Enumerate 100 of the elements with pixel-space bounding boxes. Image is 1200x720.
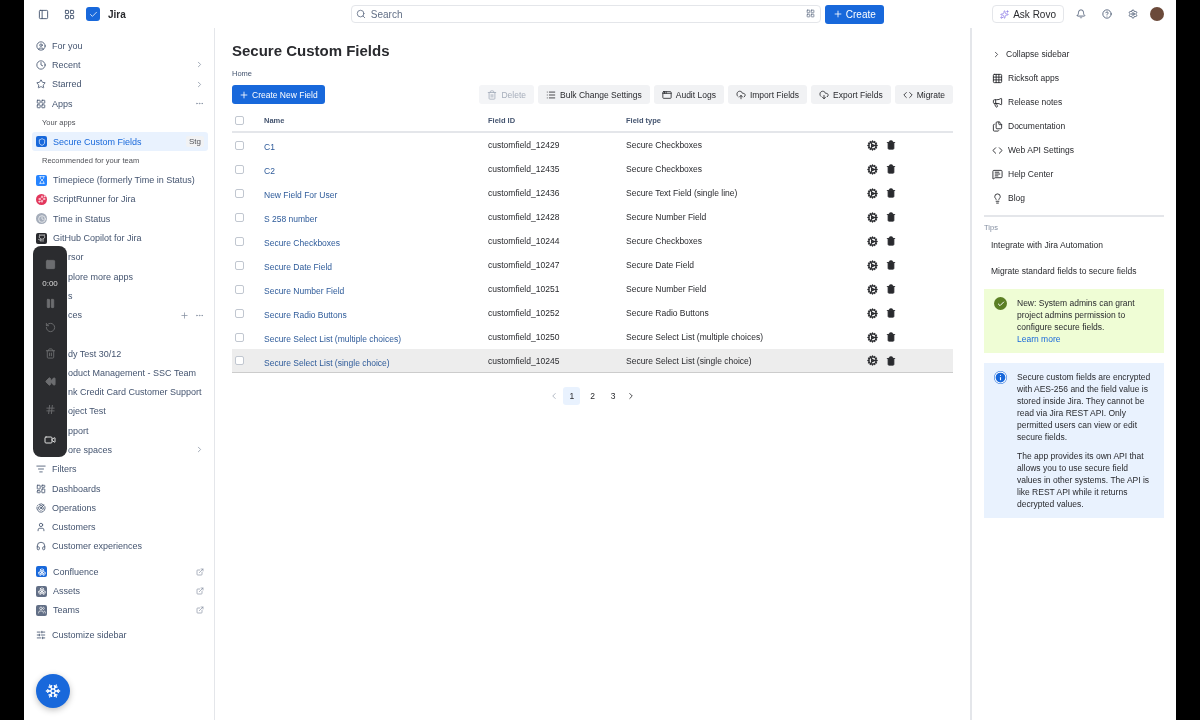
row-checkbox[interactable] bbox=[235, 164, 244, 174]
settings-icon[interactable] bbox=[867, 235, 878, 247]
panel-link[interactable]: Help Center bbox=[984, 162, 1164, 186]
grid-icon[interactable] bbox=[44, 404, 56, 416]
settings-icon[interactable] bbox=[867, 211, 878, 223]
select-all-checkbox[interactable] bbox=[235, 115, 244, 125]
settings-icon[interactable] bbox=[867, 187, 878, 199]
stop-icon[interactable] bbox=[44, 259, 56, 271]
tip-link[interactable]: Migrate standard fields to secure fields bbox=[984, 258, 1164, 284]
row-checkbox[interactable] bbox=[235, 356, 244, 365]
settings-icon[interactable] bbox=[867, 307, 878, 319]
sidebar-item[interactable]: Assets bbox=[32, 581, 208, 601]
table-row[interactable]: Secure Select List (single choice) customfield_10245 Secure Select List (single choice) bbox=[232, 349, 953, 373]
panel-link[interactable]: Blog bbox=[984, 186, 1164, 210]
pause-icon[interactable] bbox=[44, 298, 56, 310]
sidebar-item[interactable]: nk Credit Card Customer Support bbox=[68, 382, 208, 402]
delete-icon[interactable] bbox=[886, 236, 896, 246]
settings-icon[interactable] bbox=[867, 355, 878, 366]
sidebar-item[interactable]: Customers bbox=[32, 517, 208, 537]
sidebar-item[interactable]: Customize sidebar bbox=[32, 625, 208, 645]
row-checkbox[interactable] bbox=[235, 332, 244, 342]
field-name-link[interactable]: Secure Date Field bbox=[264, 262, 333, 272]
delete-icon[interactable] bbox=[886, 355, 896, 366]
row-checkbox[interactable] bbox=[235, 188, 244, 198]
page-button[interactable]: 3 bbox=[604, 387, 622, 405]
page-button[interactable]: 1 bbox=[563, 387, 581, 405]
learn-more-link[interactable]: Learn more bbox=[1017, 333, 1154, 345]
settings-icon[interactable] bbox=[867, 259, 878, 271]
delete-icon[interactable] bbox=[886, 332, 896, 342]
settings-icon[interactable] bbox=[867, 139, 878, 151]
row-checkbox[interactable] bbox=[235, 140, 244, 150]
row-checkbox[interactable] bbox=[235, 308, 244, 318]
tip-link[interactable]: Integrate with Jira Automation bbox=[984, 232, 1164, 258]
delete-icon[interactable] bbox=[886, 188, 896, 198]
field-name-link[interactable]: S 258 number bbox=[264, 214, 318, 224]
sidebar-item[interactable]: Customer experiences bbox=[32, 536, 208, 557]
settings-icon[interactable] bbox=[867, 331, 878, 343]
restart-icon[interactable] bbox=[44, 321, 56, 333]
panel-link[interactable]: Documentation bbox=[984, 114, 1164, 138]
sidebar-item[interactable]: Recent bbox=[32, 55, 208, 75]
sidebar-item[interactable]: Apps bbox=[32, 93, 208, 114]
table-row[interactable]: S 258 number customfield_12428 Secure Number Field bbox=[232, 205, 953, 229]
sidebar-item[interactable]: ScriptRunner for Jira bbox=[32, 189, 208, 210]
product-name[interactable]: Jira bbox=[108, 8, 126, 20]
sidebar-item[interactable]: Timepiece (formerly Time in Status) bbox=[32, 170, 208, 190]
delete-icon[interactable] bbox=[886, 212, 896, 222]
sidebar-item[interactable]: For you bbox=[32, 36, 208, 56]
delete-icon[interactable] bbox=[886, 140, 896, 150]
sidebar-item[interactable]: Starred bbox=[32, 74, 208, 94]
sidebar-item[interactable]: ces bbox=[68, 305, 208, 325]
page-button[interactable]: 2 bbox=[584, 387, 601, 405]
sidebar-item[interactable]: oduct Management - SSC Team bbox=[68, 363, 208, 383]
search-field[interactable]: Search bbox=[350, 5, 821, 23]
settings-icon[interactable] bbox=[867, 163, 878, 175]
field-name-link[interactable]: New Field For User bbox=[264, 190, 338, 200]
sidebar-item[interactable]: rsor bbox=[68, 247, 208, 267]
table-row[interactable]: C1 customfield_12429 Secure Checkboxes bbox=[232, 133, 953, 157]
sidebar-item[interactable]: oject Test bbox=[68, 401, 208, 422]
avatar[interactable] bbox=[1150, 7, 1164, 21]
sidebar-item[interactable]: ore spaces bbox=[68, 440, 208, 460]
sidebar-item[interactable]: Secure Custom Fields Stg bbox=[32, 132, 208, 152]
panel-link[interactable]: Ricksoft apps bbox=[984, 66, 1164, 90]
sidebar-item[interactable]: Confluence bbox=[32, 562, 208, 582]
field-name-link[interactable]: Secure Number Field bbox=[264, 286, 345, 296]
row-checkbox[interactable] bbox=[235, 284, 244, 294]
row-checkbox[interactable] bbox=[235, 212, 244, 222]
delete-icon[interactable] bbox=[886, 284, 896, 294]
field-name-link[interactable]: Secure Select List (multiple choices) bbox=[264, 334, 401, 344]
field-name-link[interactable]: Secure Radio Buttons bbox=[264, 310, 347, 320]
table-row[interactable]: C2 customfield_12435 Secure Checkboxes bbox=[232, 157, 953, 181]
sidebar-item[interactable]: GitHub Copilot for Jira bbox=[32, 228, 208, 248]
sidebar-item[interactable]: dy Test 30/12 bbox=[68, 343, 208, 364]
field-name-link[interactable]: Secure Select List (single choice) bbox=[264, 357, 390, 368]
sidebar-item[interactable]: Teams bbox=[32, 600, 208, 620]
sidebar-item[interactable]: Filters bbox=[32, 459, 208, 479]
sidebar-item[interactable]: Time in Status bbox=[32, 209, 208, 229]
filter-icon[interactable] bbox=[805, 9, 815, 18]
row-checkbox[interactable] bbox=[235, 236, 244, 246]
settings-icon[interactable] bbox=[867, 283, 878, 295]
rewind-icon[interactable] bbox=[44, 375, 56, 387]
toolbar-button[interactable]: Bulk Change Settings bbox=[538, 85, 650, 104]
field-name-link[interactable]: C1 bbox=[264, 142, 275, 152]
toolbar-button[interactable]: Export Fields bbox=[811, 85, 891, 104]
ask-rovo-button[interactable]: Ask Rovo bbox=[992, 5, 1064, 23]
sidebar-item[interactable]: s bbox=[68, 286, 208, 306]
sidebar-item[interactable]: plore more apps bbox=[68, 266, 208, 287]
panel-link[interactable]: Release notes bbox=[984, 90, 1164, 114]
create-field-button[interactable]: Create New Field bbox=[232, 85, 325, 104]
toolbar-button[interactable]: Audit Logs bbox=[653, 85, 724, 104]
panel-link[interactable]: Web API Settings bbox=[984, 138, 1164, 162]
sidebar-item[interactable]: Dashboards bbox=[32, 478, 208, 499]
field-name-link[interactable]: Secure Checkboxes bbox=[264, 238, 341, 248]
table-row[interactable]: New Field For User customfield_12436 Secure Text Field (single line) bbox=[232, 181, 953, 205]
table-row[interactable]: Secure Number Field customfield_10251 Secure Number Field bbox=[232, 277, 953, 301]
sidebar-item[interactable]: pport bbox=[68, 421, 208, 441]
sidebar-item[interactable]: Operations bbox=[32, 498, 208, 518]
toolbar-button[interactable]: Import Fields bbox=[727, 85, 808, 104]
delete-icon[interactable] bbox=[886, 164, 896, 174]
delete-icon[interactable] bbox=[886, 260, 896, 270]
camera-icon[interactable] bbox=[44, 433, 56, 446]
